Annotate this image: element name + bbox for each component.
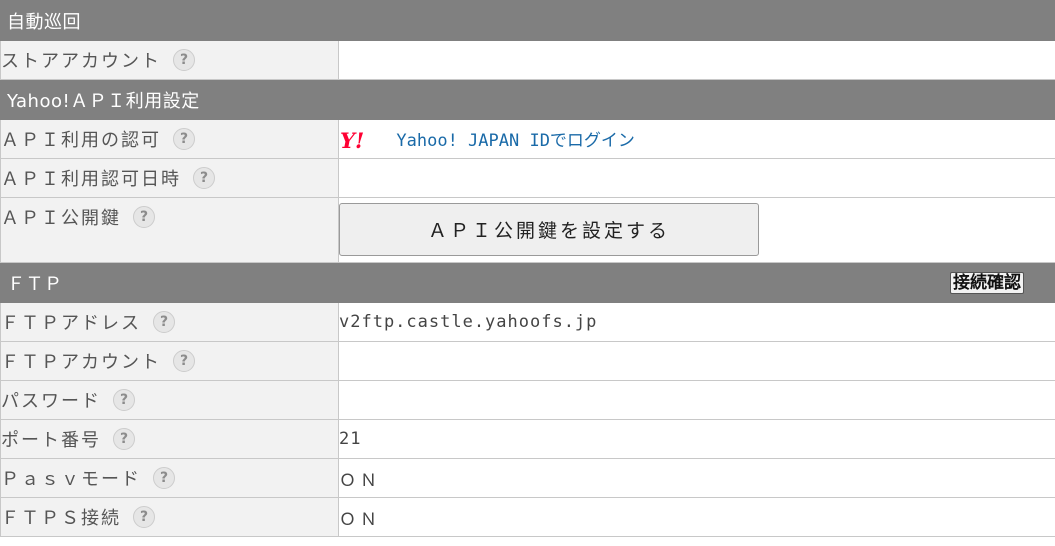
help-icon[interactable]: ? (193, 167, 215, 189)
section-header: 自動巡回 (0, 0, 1055, 41)
port-value[interactable]: 21 (338, 419, 1055, 459)
label-api-auth: ＡＰＩ利用の認可 (1, 130, 161, 151)
section-auto-patrol: 自動巡回 (0, 0, 1055, 41)
settings-table: 自動巡回 ストアアカウント? Yahoo!ＡＰＩ利用設定 ＡＰＩ利用の認可? Y… (0, 0, 1055, 537)
help-icon[interactable]: ? (133, 206, 155, 228)
pasv-mode-value[interactable]: ＯＮ (338, 458, 1055, 498)
label-ftp-account: ＦＴＰアカウント (1, 352, 161, 373)
section-header: ＦＴＰ 接続確認 (0, 262, 1055, 303)
ftp-account-value[interactable] (338, 341, 1055, 381)
settings-page: 自動巡回 ストアアカウント? Yahoo!ＡＰＩ利用設定 ＡＰＩ利用の認可? Y… (0, 0, 1055, 537)
label-cell: ストアアカウント? (0, 40, 339, 80)
label-password: パスワード (1, 391, 101, 412)
yahoo-login-link[interactable]: Yahoo! JAPAN IDでログイン (396, 131, 635, 151)
row-pasv-mode: Ｐａｓｖモード? ＯＮ (0, 458, 1055, 498)
section-header: Yahoo!ＡＰＩ利用設定 (0, 79, 1055, 120)
ftps-value[interactable]: ＯＮ (338, 497, 1055, 537)
section-title-auto-patrol: 自動巡回 (7, 11, 81, 33)
store-account-value[interactable] (338, 40, 1055, 80)
api-auth-cell: Y! Yahoo! JAPAN IDでログイン (338, 119, 1055, 159)
help-icon[interactable]: ? (113, 428, 135, 450)
help-icon[interactable]: ? (113, 389, 135, 411)
label-cell: Ｐａｓｖモード? (0, 458, 339, 498)
help-icon[interactable]: ? (173, 350, 195, 372)
label-pasv-mode: Ｐａｓｖモード (1, 469, 141, 490)
label-cell: ＦＴＰＳ接続? (0, 497, 339, 537)
label-port: ポート番号 (1, 430, 101, 451)
help-icon[interactable]: ? (133, 506, 155, 528)
row-ftps: ＦＴＰＳ接続? ＯＮ (0, 497, 1055, 537)
section-ftp: ＦＴＰ 接続確認 (0, 262, 1055, 303)
yahoo-logo-icon[interactable]: Y! (339, 130, 381, 152)
row-api-auth-datetime: ＡＰＩ利用認可日時? (0, 158, 1055, 198)
row-password: パスワード? (0, 380, 1055, 420)
row-port: ポート番号? 21 (0, 419, 1055, 459)
label-ftps: ＦＴＰＳ接続 (1, 508, 121, 529)
label-cell: ＡＰＩ利用の認可? (0, 119, 339, 159)
row-api-auth: ＡＰＩ利用の認可? Y! Yahoo! JAPAN IDでログイン (0, 119, 1055, 159)
section-title-yahoo-api: Yahoo!ＡＰＩ利用設定 (7, 90, 200, 112)
label-cell: パスワード? (0, 380, 339, 420)
section-yahoo-api: Yahoo!ＡＰＩ利用設定 (0, 79, 1055, 120)
label-store-account: ストアアカウント (1, 51, 161, 72)
row-ftp-address: ＦＴＰアドレス? v2ftp.castle.yahoofs.jp (0, 302, 1055, 342)
ftp-address-value[interactable]: v2ftp.castle.yahoofs.jp (338, 302, 1055, 342)
label-api-auth-datetime: ＡＰＩ利用認可日時 (1, 169, 181, 190)
help-icon[interactable]: ? (173, 49, 195, 71)
label-cell: ＦＴＰアカウント? (0, 341, 339, 381)
help-icon[interactable]: ? (173, 128, 195, 150)
section-title-ftp: ＦＴＰ (7, 273, 63, 295)
yahoo-logo-svg: Y! (340, 130, 364, 152)
label-cell: ＡＰＩ利用認可日時? (0, 158, 339, 198)
row-store-account: ストアアカウント? (0, 40, 1055, 80)
help-icon[interactable]: ? (153, 467, 175, 489)
label-cell: ＦＴＰアドレス? (0, 302, 339, 342)
label-cell: ＡＰＩ公開鍵? (0, 197, 339, 263)
row-api-public-key: ＡＰＩ公開鍵? ＡＰＩ公開鍵を設定する (0, 197, 1055, 263)
password-value[interactable] (338, 380, 1055, 420)
set-api-public-key-button[interactable]: ＡＰＩ公開鍵を設定する (339, 203, 759, 256)
api-public-key-cell: ＡＰＩ公開鍵を設定する (338, 197, 1055, 263)
row-ftp-account: ＦＴＰアカウント? (0, 341, 1055, 381)
help-icon[interactable]: ? (153, 311, 175, 333)
yahoo-logo-text: Y! (340, 130, 364, 152)
label-api-public-key: ＡＰＩ公開鍵 (1, 208, 121, 229)
api-auth-datetime-value (338, 158, 1055, 198)
connection-check-button[interactable]: 接続確認 (950, 272, 1024, 294)
label-ftp-address: ＦＴＰアドレス (1, 313, 141, 334)
label-cell: ポート番号? (0, 419, 339, 459)
